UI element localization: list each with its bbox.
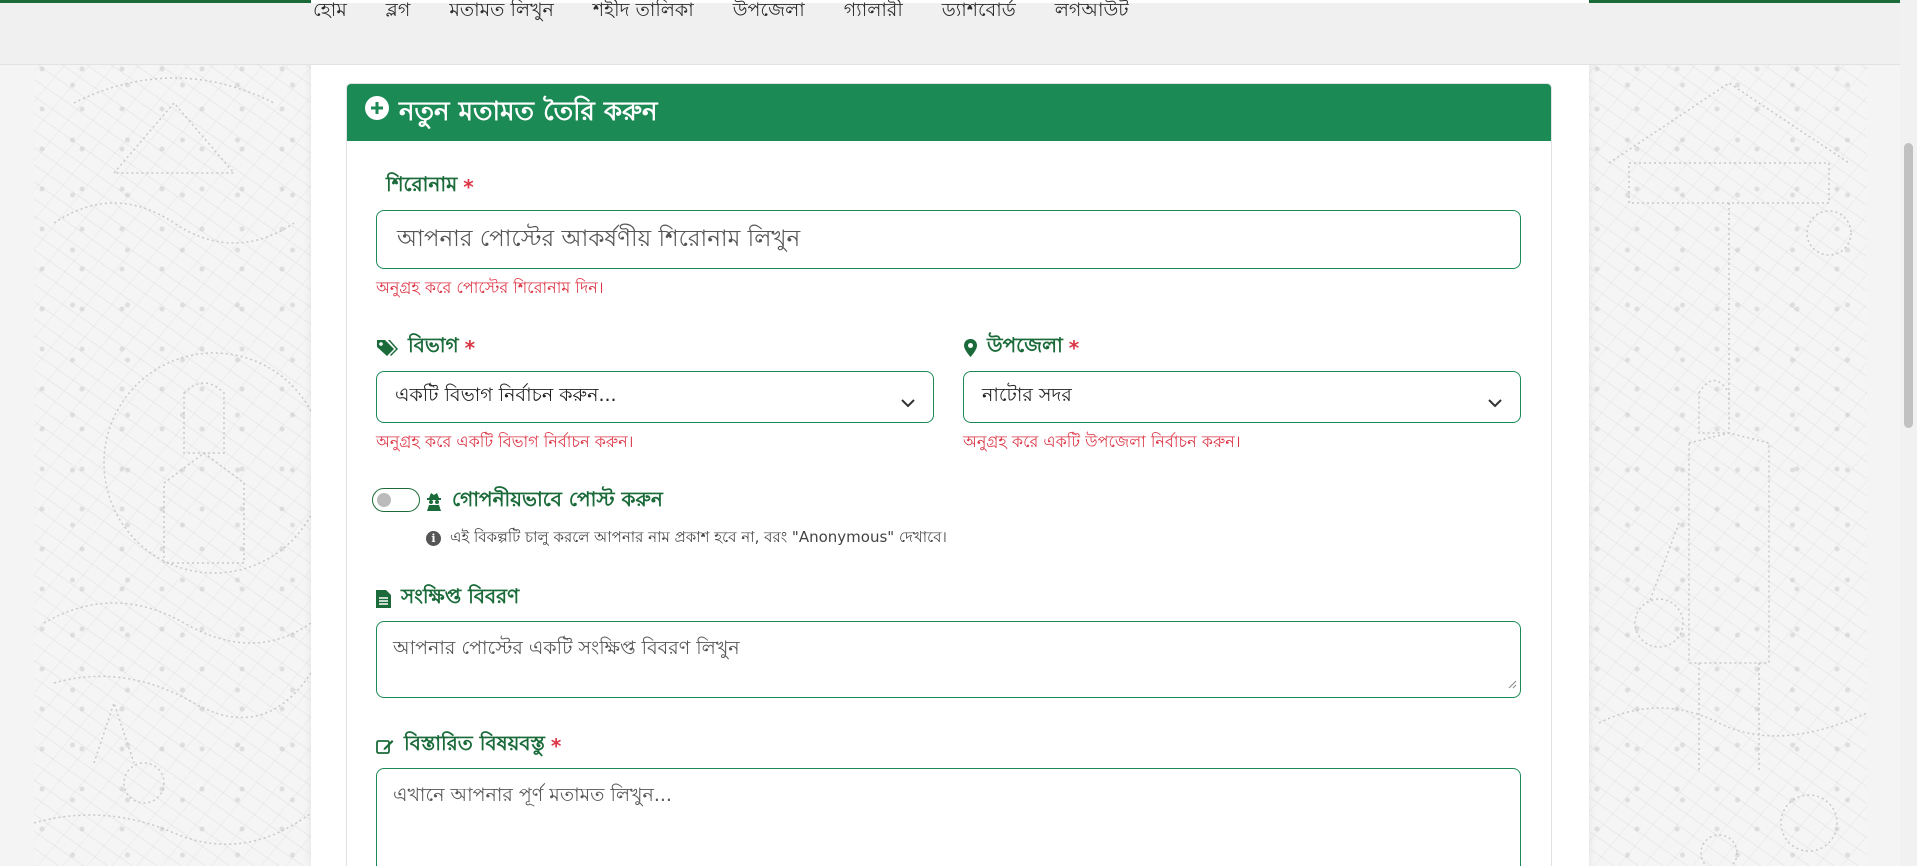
category-label-text: বিভাগ: [408, 333, 459, 357]
map-marker-icon: [964, 338, 977, 357]
title-input[interactable]: আপনার পোস্টের আকর্ষণীয় শিরোনাম লিখুন: [376, 210, 1521, 269]
resize-grip-icon[interactable]: [1508, 672, 1517, 694]
title-label-text: শিরোনাম: [386, 172, 458, 196]
tags-icon: [376, 339, 398, 357]
category-select-value: একটি বিভাগ নির্বাচন করুন...: [395, 384, 617, 406]
card-title: নতুন মতামত তৈরি করুন: [399, 96, 658, 127]
anonymous-label-text: গোপনীয়ভাবে পোস্ট করুন: [452, 487, 663, 511]
nav-item-blog[interactable]: ব্লগ: [386, 0, 411, 23]
category-error: অনুগ্রহ করে একটি বিভাগ নির্বাচন করুন।: [376, 432, 634, 451]
upazila-select[interactable]: নাটোর সদর: [963, 371, 1521, 423]
anonymous-hint-text: এই বিকল্পটি চালু করলে আপনার নাম প্রকাশ হ…: [450, 528, 947, 546]
left-decorative-illustration: [34, 63, 311, 866]
user-secret-icon: [426, 492, 442, 511]
upazila-label: উপজেলা *: [964, 331, 1079, 364]
title-label: শিরোনাম *: [386, 170, 474, 203]
category-select[interactable]: একটি বিভাগ নির্বাচন করুন...: [376, 371, 934, 423]
required-mark: *: [464, 335, 476, 360]
content-placeholder: এখানে আপনার পূর্ণ মতামত লিখুন...: [393, 784, 672, 806]
anonymous-label[interactable]: গোপনীয়ভাবে পোস্ট করুন: [426, 485, 663, 518]
file-text-icon: [376, 589, 391, 608]
upazila-select-value: নাটোর সদর: [982, 384, 1072, 406]
summary-label-text: সংক্ষিপ্ত বিবরণ: [401, 584, 520, 608]
content-label: বিস্তারিত বিষয়বস্তু *: [376, 729, 561, 762]
right-decorative-illustration: [1589, 63, 1867, 866]
nav-item-dashboard[interactable]: ড্যাশবোর্ড: [942, 0, 1016, 23]
summary-textarea[interactable]: আপনার পোস্টের একটি সংক্ষিপ্ত বিবরণ লিখুন: [376, 621, 1521, 698]
required-mark: *: [463, 174, 474, 199]
top-navbar: হোম ব্লগ মতামত লিখুন শহীদ তালিকা উপজেলা …: [0, 0, 1917, 65]
chevron-down-icon: [901, 391, 915, 413]
card-header: নতুন মতামত তৈরি করুন: [347, 84, 1551, 141]
upazila-error: অনুগ্রহ করে একটি উপজেলা নির্বাচন করুন।: [963, 432, 1241, 451]
summary-placeholder: আপনার পোস্টের একটি সংক্ষিপ্ত বিবরণ লিখুন: [393, 637, 740, 659]
required-mark: *: [1068, 335, 1080, 360]
chevron-down-icon: [1488, 391, 1502, 413]
info-circle-icon: i: [426, 531, 441, 546]
title-input-placeholder: আপনার পোস্টের আকর্ষণীয় শিরোনাম লিখুন: [397, 226, 801, 252]
content-label-text: বিস্তারিত বিষয়বস্তু: [404, 731, 545, 755]
nav-item-martyr-list[interactable]: শহীদ তালিকা: [593, 0, 694, 23]
edit-icon: [376, 738, 394, 754]
anonymous-toggle[interactable]: [372, 488, 420, 512]
nav-item-gallery[interactable]: গ্যালারী: [844, 0, 903, 23]
nav-item-home[interactable]: হোম: [313, 0, 347, 23]
plus-circle-icon: [365, 95, 389, 120]
required-mark: *: [550, 733, 562, 758]
summary-label: সংক্ষিপ্ত বিবরণ: [376, 582, 519, 615]
nav-list: হোম ব্লগ মতামত লিখুন শহীদ তালিকা উপজেলা …: [313, 0, 1168, 23]
content-textarea[interactable]: এখানে আপনার পূর্ণ মতামত লিখুন...: [376, 768, 1521, 866]
title-error: অনুগ্রহ করে পোস্টের শিরোনাম দিন।: [376, 278, 604, 297]
nav-item-upazila[interactable]: উপজেলা: [733, 0, 805, 23]
nav-item-write-opinion[interactable]: মতামত লিখুন: [449, 0, 554, 23]
scrollbar-thumb[interactable]: [1904, 143, 1913, 428]
category-label: বিভাগ *: [376, 331, 475, 364]
toggle-knob: [377, 493, 391, 507]
nav-item-logout[interactable]: লগআউট: [1055, 0, 1129, 23]
page-scrollbar[interactable]: [1900, 0, 1917, 866]
anonymous-hint: i এই বিকল্পটি চালু করলে আপনার নাম প্রকাশ…: [426, 526, 947, 551]
upazila-label-text: উপজেলা: [987, 333, 1063, 357]
